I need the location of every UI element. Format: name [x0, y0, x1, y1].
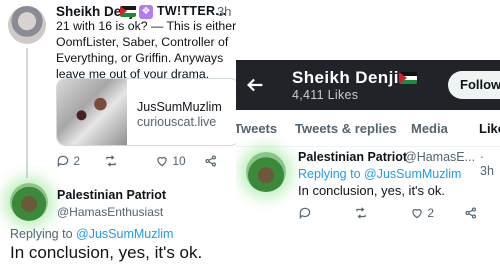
share-icon	[465, 207, 476, 219]
retweet-action[interactable]	[104, 154, 118, 168]
reply-action[interactable]: 2	[56, 154, 80, 168]
card-image	[57, 79, 127, 145]
tab-tweets-replies[interactable]: Tweets & replies	[295, 121, 397, 136]
profile-tweet-text: In conclusion, yes, it's ok.	[298, 183, 445, 198]
profile-tweet-author-name[interactable]: Palestinian Patriot	[298, 150, 407, 164]
retweet-action[interactable]	[354, 206, 368, 220]
palestine-flag-icon	[120, 6, 136, 17]
thread-line	[26, 48, 28, 178]
reply-action[interactable]	[298, 206, 312, 220]
profile-name: Sheikh Denji	[292, 68, 399, 87]
reply-icon	[299, 207, 311, 220]
profile-screenshot: Sheikh Denji 4,411 Likes Follow Tweets T…	[236, 60, 500, 269]
tab-likes[interactable]: Likes	[479, 121, 500, 136]
like-icon	[412, 209, 422, 219]
avatar-palestinian-patriot[interactable]	[246, 152, 286, 192]
replying-to: Replying to @JusSumMuzlim	[298, 167, 461, 181]
follow-button[interactable]: Follow	[448, 71, 500, 99]
avatar-sheikh-denji[interactable]	[8, 6, 46, 44]
replying-prefix: Replying to	[10, 227, 77, 241]
like-action[interactable]: 10	[155, 154, 186, 168]
share-action[interactable]	[464, 206, 478, 220]
like-count: 2	[427, 206, 435, 220]
tweet2-handle[interactable]: @HamasEnthusiast	[57, 205, 163, 219]
replying-prefix: Replying to	[298, 167, 365, 181]
likes-count: 4,411 Likes	[292, 88, 359, 102]
profile-tweet-timestamp[interactable]: · 3h	[480, 150, 500, 178]
link-card[interactable]: JusSumMuzlim curiouscat.live	[56, 78, 240, 146]
share-action[interactable]	[204, 154, 218, 168]
tweet1-timestamp[interactable]: · 3h	[209, 4, 231, 19]
tweet2-text: In conclusion, yes, it's ok.	[10, 243, 203, 262]
tab-media[interactable]: Media	[411, 121, 448, 136]
purple-badge-icon: ❖	[139, 5, 153, 19]
profile-header: Sheikh Denji 4,411 Likes Follow	[236, 60, 500, 110]
replying-to: Replying to @JusSumMuzlim	[10, 227, 173, 241]
retweet-icon	[356, 207, 366, 219]
palestine-flag-icon	[399, 72, 417, 84]
card-title: JusSumMuzlim	[137, 100, 222, 114]
retweet-icon	[106, 155, 116, 167]
like-icon	[157, 157, 167, 167]
reply-count: 2	[73, 154, 81, 168]
card-domain: curiouscat.live	[137, 115, 217, 129]
profile-tabs: Tweets Tweets & replies Media Likes	[236, 110, 500, 147]
tweet2-author-name[interactable]: Palestinian Patriot	[57, 188, 166, 202]
reply-icon	[57, 155, 69, 168]
replying-to-link[interactable]: @JusSumMuzlim	[76, 227, 173, 241]
tweet1-text: 21 with 16 is ok? — This is either OomfL…	[56, 19, 237, 81]
avatar-palestinian-patriot[interactable]	[10, 183, 48, 221]
back-arrow-icon[interactable]	[244, 74, 266, 96]
replying-to-link[interactable]: @JusSumMuzlim	[364, 167, 461, 181]
share-icon	[205, 155, 216, 167]
tab-tweets[interactable]: Tweets	[236, 121, 277, 136]
profile-tweet-handle[interactable]: @HamasE...	[404, 150, 475, 164]
like-count: 10	[172, 154, 186, 168]
like-action[interactable]: 2	[410, 206, 434, 220]
